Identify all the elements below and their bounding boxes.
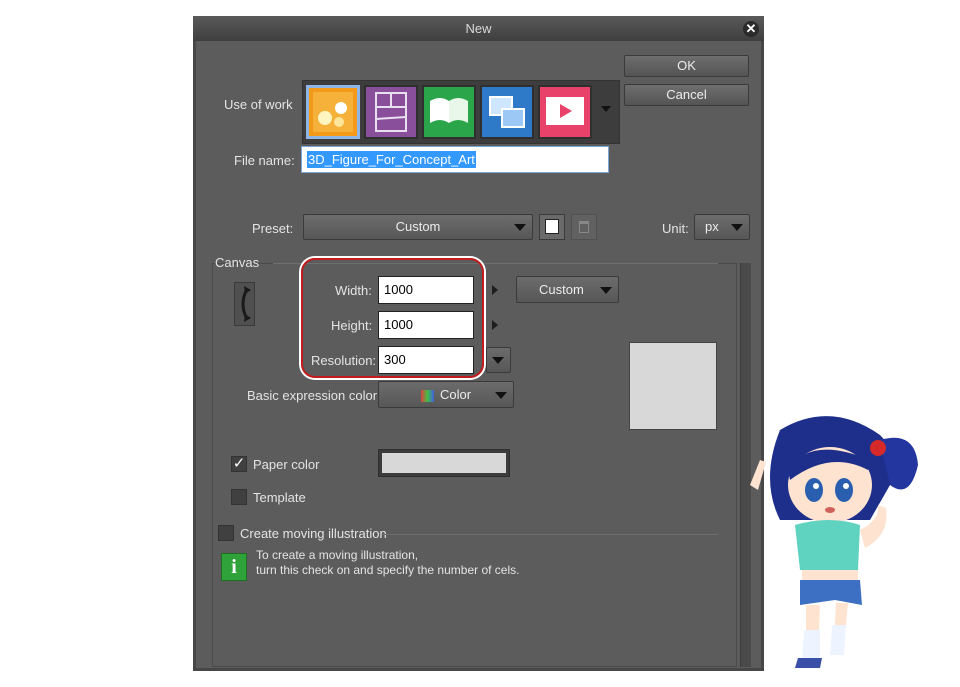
- info-text-line2: turn this check on and specify the numbe…: [256, 563, 520, 577]
- paper-color-checkbox[interactable]: ✓: [231, 456, 247, 472]
- new-dialog: New ✕ Use of work OK Cancel File name: 3…: [193, 16, 764, 671]
- moving-illustration-label: Create moving illustration: [240, 526, 387, 541]
- basic-expression-color-dropdown[interactable]: Color: [378, 381, 514, 408]
- canvas-preview: [629, 342, 717, 430]
- unit-value: px: [705, 219, 719, 234]
- mascot-character-illustration: [750, 416, 918, 668]
- close-button[interactable]: ✕: [743, 21, 759, 37]
- swap-icon: [241, 286, 251, 322]
- chevron-down-icon: [495, 391, 507, 399]
- paper-color-swatch-button[interactable]: [378, 449, 510, 477]
- height-expand-icon[interactable]: [492, 320, 498, 330]
- size-preset-value: Custom: [539, 282, 584, 297]
- preset-label: Preset:: [252, 221, 294, 236]
- trash-icon: [579, 221, 589, 233]
- color-mode-icon: [420, 389, 434, 402]
- moving-illustration-checkbox[interactable]: [218, 525, 234, 541]
- title-bar[interactable]: New ✕: [193, 16, 764, 41]
- show-all-comic-settings-icon[interactable]: [480, 85, 534, 139]
- paper-color-label: Paper color: [253, 457, 320, 472]
- chevron-down-icon: [492, 357, 504, 364]
- illustration-icon[interactable]: [306, 85, 360, 139]
- size-preset-dropdown[interactable]: Custom: [516, 276, 619, 303]
- ok-button[interactable]: OK: [624, 55, 749, 77]
- use-of-work-label: Use of work: [224, 97, 293, 112]
- template-checkbox[interactable]: [231, 489, 247, 505]
- chevron-down-icon: [600, 286, 612, 294]
- template-label: Template: [253, 490, 306, 505]
- preset-dropdown[interactable]: Custom: [303, 214, 533, 240]
- chevron-down-icon: [731, 224, 743, 231]
- cancel-button[interactable]: Cancel: [624, 84, 749, 106]
- comic-icon[interactable]: [364, 85, 418, 139]
- preset-value: Custom: [395, 219, 441, 234]
- file-name-input[interactable]: 3D_Figure_For_Concept_Art: [301, 146, 609, 173]
- use-of-work-dropdown-arrow-icon[interactable]: [601, 106, 611, 112]
- delete-preset-button[interactable]: [571, 214, 597, 240]
- highlight-frame: [301, 258, 484, 378]
- dialog-body: Use of work OK Cancel File name: 3D_Figu…: [196, 41, 761, 668]
- basic-expression-color-value: Color: [439, 387, 472, 402]
- unit-dropdown[interactable]: px: [694, 214, 750, 240]
- basic-expression-color-label: Basic expression color:: [247, 388, 381, 403]
- book-icon[interactable]: [422, 85, 476, 139]
- use-of-work-selector: [302, 80, 620, 144]
- chevron-down-icon: [514, 224, 526, 231]
- swap-size-button[interactable]: [234, 282, 255, 326]
- file-name-label: File name:: [234, 153, 295, 168]
- unit-label: Unit:: [662, 221, 689, 236]
- resolution-dropdown[interactable]: [486, 347, 511, 373]
- canvas-section-label: Canvas: [215, 255, 260, 270]
- width-expand-icon[interactable]: [492, 285, 498, 295]
- paper-color-swatch: [382, 453, 506, 473]
- register-preset-button[interactable]: [539, 214, 565, 240]
- file-name-value: 3D_Figure_For_Concept_Art: [307, 151, 476, 168]
- moving-section-divider: [382, 534, 718, 535]
- register-preset-icon: [545, 219, 559, 234]
- info-text-line1: To create a moving illustration,: [256, 548, 419, 562]
- animation-icon[interactable]: [538, 85, 592, 139]
- info-icon: i: [221, 553, 247, 581]
- dialog-title: New: [465, 21, 492, 36]
